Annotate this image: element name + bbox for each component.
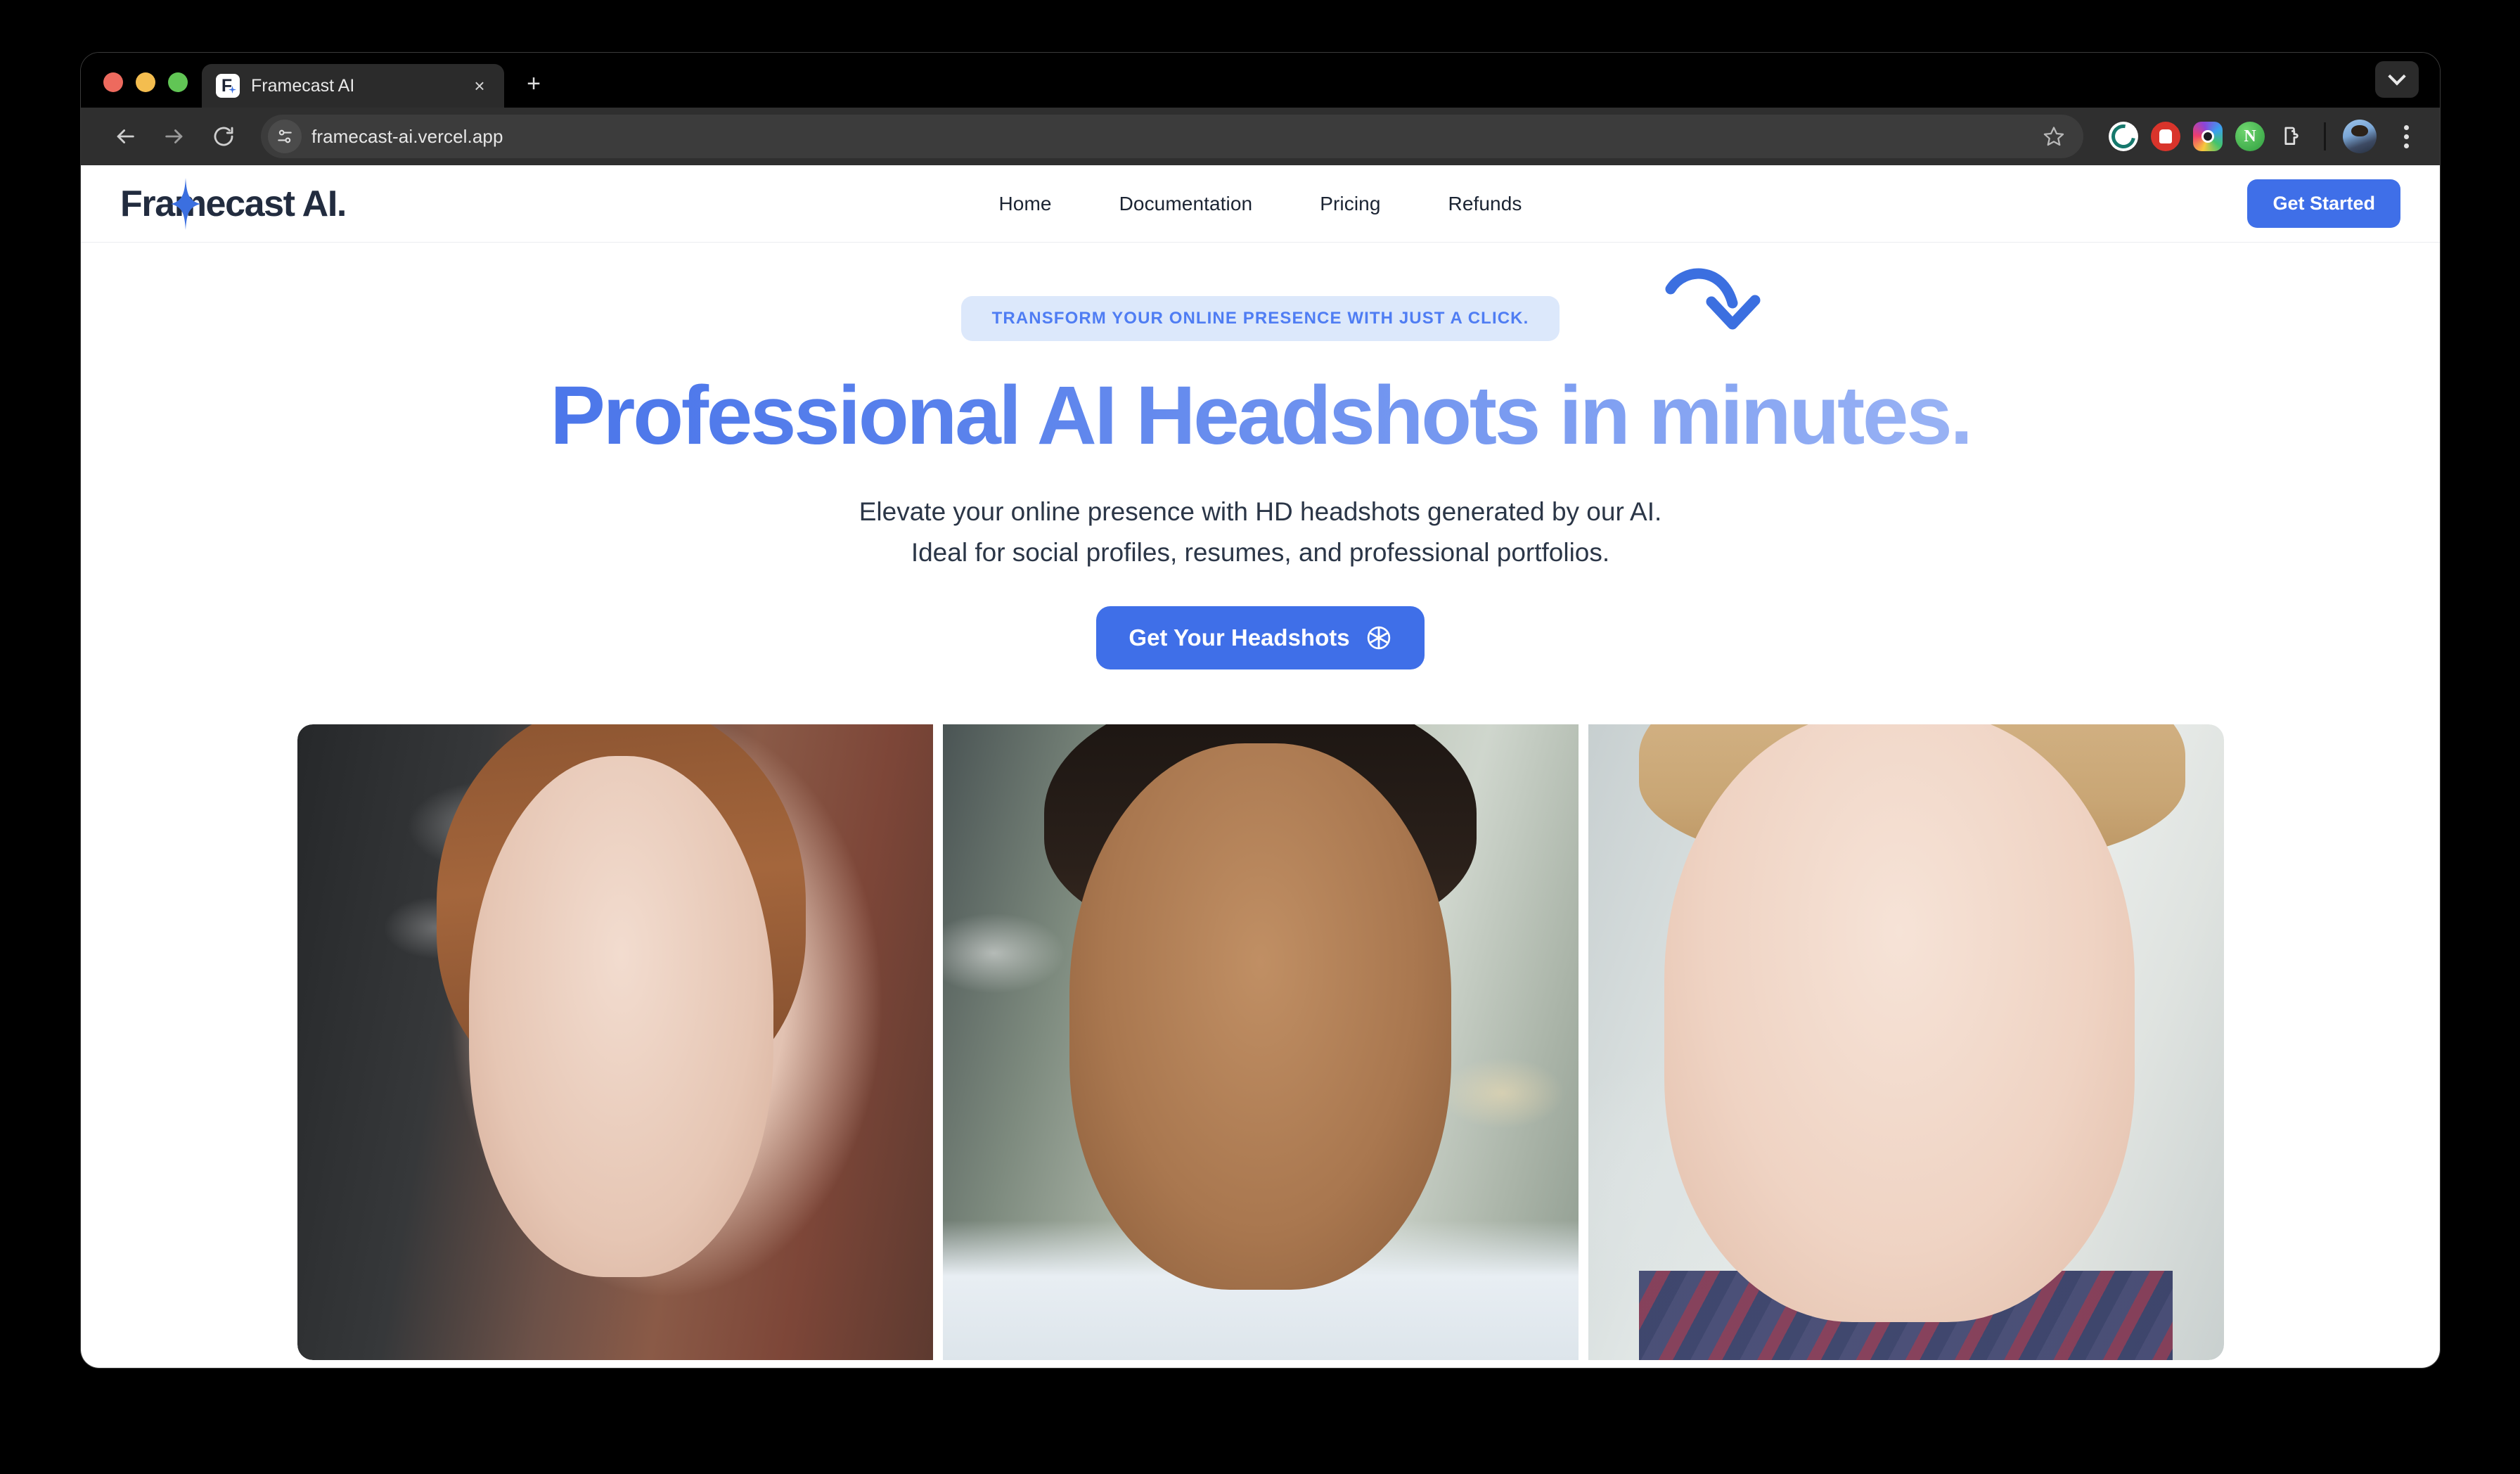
get-your-headshots-button[interactable]: Get Your Headshots [1096, 605, 1425, 669]
window-maximize-button[interactable] [168, 72, 188, 92]
toolbar-divider [2324, 122, 2326, 150]
headshot-sample-3[interactable] [1588, 724, 2224, 1360]
window-traffic-lights [81, 72, 202, 108]
screen-recorder-extension-icon[interactable] [2193, 122, 2223, 151]
bookmark-star-button[interactable] [2034, 117, 2074, 156]
profile-avatar[interactable] [2343, 120, 2377, 153]
back-arrow-icon [117, 129, 134, 143]
headshot-gallery [297, 724, 2224, 1360]
address-bar[interactable]: framecast-ai.vercel.app [261, 115, 2083, 158]
browser-tab[interactable]: F Framecast AI × [202, 64, 504, 108]
nav-link-home[interactable]: Home [998, 193, 1051, 215]
extensions-puzzle-icon[interactable] [2277, 122, 2307, 151]
site-header: Framecast AI. Home Documentation Pricing… [81, 165, 2440, 243]
close-icon[interactable]: × [468, 74, 491, 98]
browser-toolbar: framecast-ai.vercel.app N [81, 108, 2440, 165]
url-text[interactable]: framecast-ai.vercel.app [311, 126, 2024, 148]
hero-subhead-line-1: Elevate your online presence with HD hea… [859, 497, 1662, 527]
shirt-overlay [1638, 1271, 2173, 1360]
window-minimize-button[interactable] [136, 72, 155, 92]
tab-title: Framecast AI [251, 75, 355, 96]
site-logo[interactable]: Framecast AI. [120, 177, 347, 230]
four-point-star-icon [171, 177, 200, 230]
curved-down-arrow-icon [1665, 268, 1761, 330]
chevron-down-icon [2388, 68, 2406, 86]
extension-icons: N [2099, 120, 2423, 153]
site-logo-text: Framecast AI. [120, 183, 347, 224]
nav-link-documentation[interactable]: Documentation [1119, 193, 1253, 215]
forward-arrow-icon [165, 129, 183, 143]
grammarly-extension-icon[interactable] [2107, 120, 2140, 153]
nav-link-pricing[interactable]: Pricing [1320, 193, 1380, 215]
hero-subhead-line-2: Ideal for social profiles, resumes, and … [911, 537, 1610, 567]
browser-window: F Framecast AI × + framecast-ai.vercel.a… [81, 53, 2440, 1368]
hero-cta-row: Get Your Headshots [81, 605, 2440, 669]
get-started-button[interactable]: Get Started [2247, 179, 2400, 228]
camera-aperture-icon [1367, 626, 1390, 650]
nav-link-refunds[interactable]: Refunds [1448, 193, 1522, 215]
favicon-letter: F [221, 75, 232, 96]
page-viewport: Framecast AI. Home Documentation Pricing… [81, 165, 2440, 1368]
three-dot-menu-icon[interactable] [2389, 120, 2423, 153]
tab-search-button[interactable] [2375, 61, 2419, 98]
framecast-favicon: F [216, 74, 240, 98]
site-navigation: Home Documentation Pricing Refunds [81, 193, 2440, 215]
cta-label: Get Your Headshots [1129, 624, 1350, 651]
adblock-extension-icon[interactable] [2151, 122, 2180, 151]
hero-subhead: Elevate your online presence with HD hea… [81, 492, 2440, 572]
back-button[interactable] [103, 115, 147, 158]
tab-strip: F Framecast AI × + [81, 53, 2440, 108]
shirt-overlay [942, 1219, 1579, 1360]
hero-badge: TRANSFORM YOUR ONLINE PRESENCE WITH JUST… [960, 296, 1560, 341]
new-tab-button[interactable]: + [514, 64, 553, 103]
hero-headline: Professional AI Headshots in minutes. [81, 369, 2440, 462]
hero-badge-row: TRANSFORM YOUR ONLINE PRESENCE WITH JUST… [81, 268, 2440, 341]
reload-button[interactable] [202, 115, 245, 158]
reload-icon [214, 127, 233, 146]
headshot-sample-2[interactable] [942, 724, 1579, 1360]
window-close-button[interactable] [103, 72, 123, 92]
tune-site-settings-icon[interactable] [268, 120, 302, 153]
star-icon [2043, 127, 2064, 146]
hero-section: TRANSFORM YOUR ONLINE PRESENCE WITH JUST… [81, 243, 2440, 1360]
nordvpn-extension-icon[interactable]: N [2235, 122, 2265, 151]
forward-button[interactable] [153, 115, 196, 158]
headshot-sample-1[interactable] [297, 724, 933, 1360]
